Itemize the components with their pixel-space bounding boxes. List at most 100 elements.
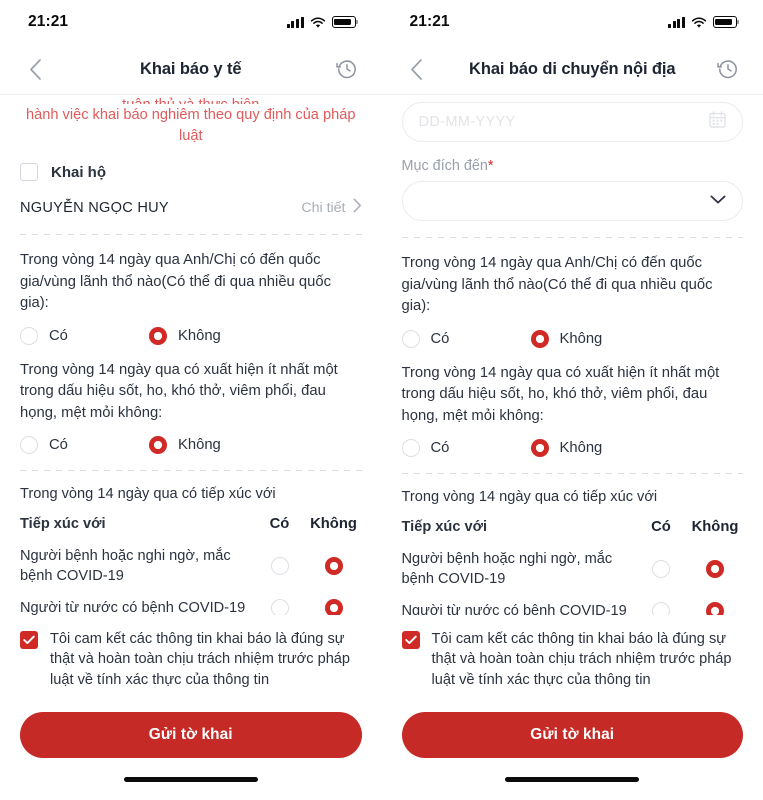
contact-row-yes-cell[interactable] [635, 602, 687, 615]
cellular-signal-icon [286, 16, 304, 28]
radio-unselected-icon[interactable] [652, 560, 670, 578]
khai-ho-checkbox[interactable] [20, 163, 38, 181]
dual-phone-screenshot: 21:21 Khai báo y tế hành việc khai báo n… [0, 0, 763, 800]
contact-row-yes-cell[interactable] [254, 557, 306, 575]
radio-unselected-icon[interactable] [20, 326, 38, 345]
person-row[interactable]: NGUYỄN NGỌC HUY Chi tiết [20, 198, 362, 218]
divider [20, 470, 362, 471]
travel-date-field[interactable]: DD-MM-YYYY [401, 102, 743, 142]
divider [401, 237, 743, 238]
radio-selected-icon[interactable] [530, 439, 549, 457]
question-2-option-yes[interactable]: Có [20, 436, 149, 454]
option-label: Có [49, 327, 68, 344]
table-row: Người bệnh hoặc nghi ngờ, mắc bệnh COVID… [402, 549, 744, 589]
form-footer-left: Tôi cam kết các thông tin khai báo là đú… [0, 615, 382, 800]
table-row: Người từ nước có bệnh COVID-19 [20, 598, 362, 615]
question-2-option-yes[interactable]: Có [401, 439, 531, 457]
radio-selected-icon[interactable] [706, 602, 724, 615]
commitment-checkbox[interactable] [20, 630, 38, 649]
contact-table-header: Tiếp xúc với Có Không [402, 517, 744, 537]
back-button[interactable] [402, 54, 432, 84]
contact-row-label: Người từ nước có bệnh COVID-19 [20, 600, 246, 615]
question-1-options: Có Không [401, 329, 744, 348]
question-2-options: Có Không [401, 439, 744, 457]
table-row: Người bệnh hoặc nghi ngờ, mắc bệnh COVID… [20, 546, 362, 586]
radio-unselected-icon[interactable] [270, 557, 289, 575]
column-header-no: Không [310, 516, 357, 532]
purpose-field-label: Mục đích đến* [402, 158, 744, 174]
contact-row-yes-cell[interactable] [254, 599, 306, 615]
back-button[interactable] [20, 54, 50, 84]
khai-ho-checkbox-row[interactable]: Khai hộ [20, 163, 362, 181]
contact-row-yes-cell[interactable] [635, 560, 687, 578]
radio-unselected-icon[interactable] [270, 599, 289, 615]
contact-row-no-cell[interactable] [306, 557, 362, 575]
commitment-row[interactable]: Tôi cam kết các thông tin khai báo là đú… [401, 629, 744, 691]
calendar-icon[interactable] [709, 111, 726, 133]
column-header-label: Tiếp xúc với [401, 519, 488, 535]
home-indicator-area [20, 758, 362, 800]
home-indicator[interactable] [123, 776, 258, 782]
submit-button[interactable]: Gửi tờ khai [401, 712, 743, 758]
question-2-option-no[interactable]: Không [149, 436, 221, 454]
form-body-left: tuân thủ và thực hiện hành việc khai báo… [0, 95, 382, 615]
question-1-option-no[interactable]: Không [530, 329, 602, 348]
chevron-right-icon [353, 198, 362, 218]
question-1-option-yes[interactable]: Có [401, 329, 531, 348]
radio-unselected-icon[interactable] [20, 436, 38, 454]
purpose-select-field[interactable] [401, 181, 743, 221]
required-marker: * [487, 158, 494, 174]
home-indicator-area [402, 758, 744, 800]
status-bar-left: 21:21 [0, 0, 382, 44]
contact-row-label: Người bệnh hoặc nghi ngờ, mắc bệnh COVID… [401, 551, 613, 587]
battery-icon [331, 16, 358, 28]
checkmark-icon [404, 635, 417, 644]
contact-row-no-cell[interactable] [687, 602, 743, 615]
commitment-text: Tôi cam kết các thông tin khai báo là đú… [431, 630, 732, 688]
option-label: Có [430, 440, 450, 456]
radio-selected-icon[interactable] [324, 599, 343, 615]
column-header-yes: Có [651, 519, 671, 535]
commitment-row[interactable]: Tôi cam kết các thông tin khai báo là đú… [20, 629, 362, 691]
khai-ho-label: Khai hộ [51, 163, 106, 181]
chevron-down-icon[interactable] [710, 192, 726, 210]
commitment-checkbox[interactable] [401, 630, 420, 649]
page-title: Khai báo di chuyển nội địa [469, 59, 676, 78]
radio-selected-icon[interactable] [324, 557, 343, 575]
form-footer-right: Tôi cam kết các thông tin khai báo là đú… [382, 615, 763, 800]
question-1-option-yes[interactable]: Có [20, 326, 149, 345]
battery-icon [713, 16, 740, 28]
notice-clipped-line: tuân thủ và thực hiện [20, 95, 362, 104]
phone-screen-health-declaration: 21:21 Khai báo y tế hành việc khai báo n… [0, 0, 382, 800]
status-time: 21:21 [28, 13, 69, 30]
radio-selected-icon[interactable] [149, 436, 167, 454]
history-clock-icon[interactable] [713, 54, 743, 84]
wifi-icon [310, 16, 326, 28]
person-detail-link[interactable]: Chi tiết [301, 198, 361, 218]
status-time: 21:21 [409, 13, 450, 30]
contact-intro: Trong vòng 14 ngày qua có tiếp xúc với [20, 486, 276, 502]
radio-unselected-icon[interactable] [652, 602, 670, 615]
radio-unselected-icon[interactable] [401, 329, 420, 348]
radio-selected-icon[interactable] [706, 560, 724, 578]
history-clock-icon[interactable] [332, 54, 362, 84]
option-label: Có [49, 437, 68, 453]
contact-row-label: Người bệnh hoặc nghi ngờ, mắc bệnh COVID… [20, 548, 231, 584]
question-2-option-no[interactable]: Không [530, 439, 602, 457]
home-indicator[interactable] [505, 776, 640, 782]
travel-date-placeholder: DD-MM-YYYY [418, 114, 516, 130]
contact-row-no-cell[interactable] [687, 560, 743, 578]
radio-selected-icon[interactable] [530, 329, 549, 348]
column-header-no: Không [691, 519, 739, 535]
contact-table: Tiếp xúc với Có Không Người bệnh hoặc ng… [402, 517, 744, 615]
form-body-right: DD-MM-YYYY Mục đích đến* Trong vòng 14 n… [382, 95, 763, 615]
wifi-icon [691, 16, 707, 28]
radio-selected-icon[interactable] [149, 326, 167, 345]
status-bar-right: 21:21 [382, 0, 763, 44]
question-2-text: Trong vòng 14 ngày qua có xuất hiện ít n… [401, 364, 720, 424]
submit-button[interactable]: Gửi tờ khai [20, 712, 362, 758]
question-2-options: Có Không [20, 436, 362, 454]
question-1-option-no[interactable]: Không [149, 326, 221, 345]
radio-unselected-icon[interactable] [401, 439, 420, 457]
contact-row-no-cell[interactable] [306, 599, 362, 615]
